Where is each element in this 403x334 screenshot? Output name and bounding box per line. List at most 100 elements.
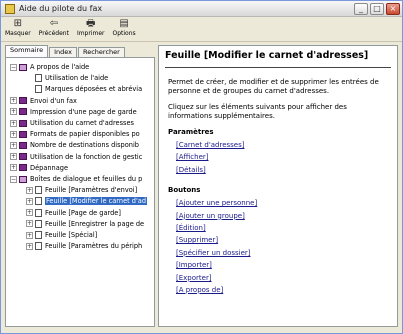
help-app-icon: [5, 3, 15, 14]
print-label: Imprimer: [76, 30, 105, 37]
expand-icon[interactable]: +: [10, 119, 17, 127]
page-icon: [35, 197, 42, 206]
tree-item[interactable]: + Formats de papier disponibles po: [10, 129, 140, 139]
tree-item[interactable]: + Feuille [Paramètres du périph: [26, 241, 142, 251]
book-icon: [19, 153, 27, 161]
topic-body: Permet de créer, de modifier et de suppr…: [159, 68, 397, 296]
minimize-button[interactable]: _: [354, 2, 368, 15]
tree-item-label: Utilisation de la fonction de gestic: [30, 152, 143, 161]
link-ajouter-groupe[interactable]: [Ajouter un groupe]: [176, 210, 397, 222]
link-afficher[interactable]: [Afficher]: [176, 151, 397, 163]
expand-icon[interactable]: +: [26, 231, 33, 239]
tree-item-label: Nombre de destinations disponib: [30, 141, 139, 150]
params-heading: Paramètres: [168, 128, 214, 136]
expand-icon[interactable]: +: [10, 108, 17, 116]
page-icon: [35, 242, 42, 251]
expand-icon[interactable]: +: [26, 186, 33, 194]
maximize-button[interactable]: □: [370, 2, 384, 15]
options-label: Options: [112, 30, 136, 37]
masquer-icon: ⊞: [13, 18, 23, 29]
expand-icon[interactable]: +: [26, 220, 33, 228]
help-window: Aide du pilote du fax _ □ × ⊞ Masquer ⇦ …: [0, 0, 403, 334]
tree-item[interactable]: + Utilisation de la fonction de gestic: [10, 152, 142, 162]
page-icon: [35, 74, 42, 83]
tree-item[interactable]: + Feuille [Modifier le carnet d'ad: [26, 196, 148, 206]
link-supprimer[interactable]: [Supprimer]: [176, 234, 397, 246]
options-button[interactable]: ▤ Options: [113, 18, 136, 38]
tree-item[interactable]: + Impression d'une page de garde: [10, 107, 137, 117]
tab-rechercher[interactable]: Rechercher: [78, 47, 125, 57]
expand-icon[interactable]: +: [10, 153, 17, 161]
tree-item-label: Feuille [Modifier le carnet d'ad: [45, 197, 148, 206]
navigation-pane: Sommaire Index Rechercher − A propos de l…: [5, 45, 155, 327]
tree-item-label: Formats de papier disponibles po: [30, 130, 140, 139]
book-icon: [19, 141, 27, 149]
print-icon: 🖶: [85, 18, 96, 29]
book-icon: [19, 130, 27, 138]
masquer-label: Masquer: [5, 30, 31, 37]
tree-item-label: Feuille [Paramètres d'envoi]: [45, 186, 138, 195]
link-details[interactable]: [Détails]: [176, 164, 397, 176]
topic-instruction: Cliquez sur les éléments suivants pour a…: [168, 103, 347, 120]
link-carnet-adresses[interactable]: [Carnet d'adresses]: [176, 139, 397, 151]
link-importer[interactable]: [Importer]: [176, 259, 397, 271]
masquer-button[interactable]: ⊞ Masquer: [5, 18, 31, 38]
book-icon: [19, 119, 27, 127]
tab-sommaire[interactable]: Sommaire: [5, 45, 49, 57]
tree-item[interactable]: − Boîtes de dialogue et feuilles du p: [10, 174, 142, 184]
window-title: Aide du pilote du fax: [19, 4, 103, 13]
back-button[interactable]: ⇦ Précédent: [39, 18, 69, 38]
link-ajouter-personne[interactable]: [Ajouter une personne]: [176, 197, 397, 209]
tree-item[interactable]: + Feuille [Spécial]: [26, 230, 97, 240]
open-book-icon: [19, 175, 27, 183]
page-icon: [35, 219, 42, 228]
tree-item-label: Impression d'une page de garde: [30, 107, 137, 116]
back-label: Précédent: [38, 30, 69, 37]
expand-icon[interactable]: +: [10, 164, 17, 172]
expand-icon[interactable]: +: [26, 209, 33, 217]
page-icon: [35, 231, 42, 239]
tree-item-label: Feuille [Paramètres du périph: [45, 242, 143, 251]
topic-pane: Feuille [Modifier le carnet d'adresses] …: [158, 45, 398, 327]
tree-item-label: Feuille [Spécial]: [45, 231, 98, 239]
tree-item[interactable]: + Feuille [Enregistrer la page de: [26, 219, 144, 229]
collapse-icon[interactable]: −: [10, 63, 17, 71]
expand-icon[interactable]: +: [10, 141, 17, 149]
topic-intro: Permet de créer, de modifier et de suppr…: [168, 78, 379, 95]
tree-item[interactable]: + Feuille [Paramètres d'envoi]: [26, 185, 137, 195]
tree-item-label: Marques déposées et abrévia: [45, 85, 143, 94]
link-exporter[interactable]: [Exporter]: [176, 272, 397, 284]
book-icon: [19, 97, 27, 105]
tree-item[interactable]: Utilisation de l'aide: [26, 73, 108, 83]
tab-index[interactable]: Index: [49, 47, 77, 57]
link-a-propos[interactable]: [A propos de]: [176, 284, 397, 296]
tree-item[interactable]: + Dépannage: [10, 163, 68, 173]
tree-item[interactable]: + Feuille [Page de garde]: [26, 208, 121, 218]
nav-tabs: Sommaire Index Rechercher: [5, 45, 155, 57]
collapse-icon[interactable]: −: [10, 175, 17, 183]
tree-item[interactable]: Marques déposées et abrévia: [26, 84, 142, 94]
tree-item[interactable]: − A propos de l'aide: [10, 62, 89, 72]
contents-tree[interactable]: − A propos de l'aide Utilisation de l'aide…: [5, 57, 155, 327]
tree-item-label: Boîtes de dialogue et feuilles du p: [30, 175, 143, 183]
tree-item[interactable]: + Utilisation du carnet d'adresses: [10, 118, 134, 128]
link-edition[interactable]: [Édition]: [176, 222, 397, 234]
tree-item-label: Utilisation de l'aide: [45, 74, 109, 83]
open-book-icon: [19, 63, 27, 71]
tree-item-label: Feuille [Page de garde]: [45, 208, 121, 217]
link-specifier-dossier[interactable]: [Spécifier un dossier]: [176, 247, 397, 259]
expand-icon[interactable]: +: [26, 242, 33, 250]
expand-icon[interactable]: +: [26, 197, 33, 205]
expand-icon[interactable]: +: [10, 97, 17, 105]
print-button[interactable]: 🖶 Imprimer: [77, 18, 105, 38]
tree-item-label: Dépannage: [30, 163, 69, 172]
buttons-heading: Boutons: [168, 186, 201, 195]
tree-item[interactable]: + Envoi d'un fax: [10, 96, 77, 106]
close-button[interactable]: ×: [386, 2, 400, 15]
page-icon: [35, 208, 42, 217]
expand-icon[interactable]: +: [10, 130, 17, 138]
tree-item[interactable]: + Nombre de destinations disponib: [10, 140, 139, 150]
toolbar: ⊞ Masquer ⇦ Précédent 🖶 Imprimer ▤ Optio…: [1, 18, 402, 42]
tree-item-label: A propos de l'aide: [30, 63, 90, 71]
title-bar: Aide du pilote du fax _ □ ×: [1, 1, 402, 17]
